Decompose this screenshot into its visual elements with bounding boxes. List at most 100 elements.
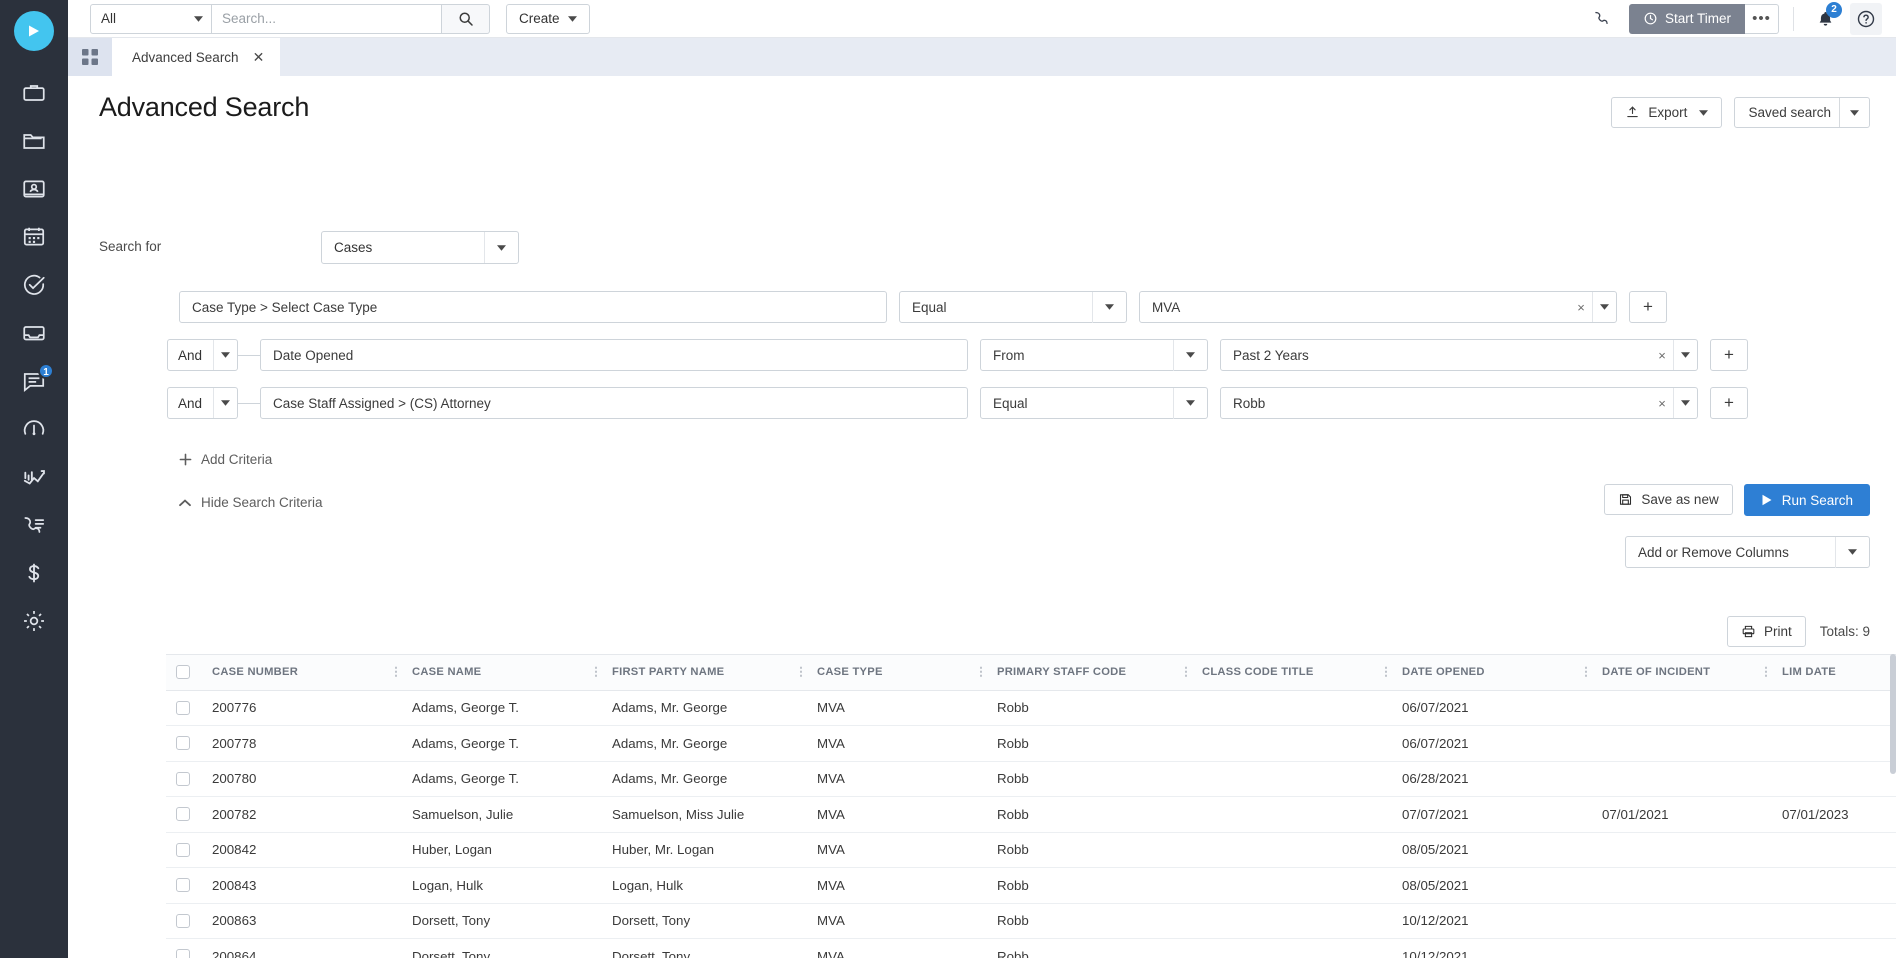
row-select-cell [166, 903, 200, 939]
saved-search-button[interactable]: Saved search [1734, 97, 1870, 128]
help-button[interactable] [1850, 2, 1882, 35]
export-button[interactable]: Export [1611, 97, 1723, 128]
column-header-case-type[interactable]: CASE TYPE ⋮ [805, 655, 987, 691]
criteria-operator-select[interactable]: Equal [980, 387, 1208, 419]
sidebar-item-speedometer[interactable] [0, 405, 68, 453]
close-icon[interactable]: ✕ [253, 49, 265, 66]
column-resize-grip[interactable]: ⋮ [1760, 666, 1772, 678]
row-checkbox[interactable] [176, 842, 190, 857]
tab-advanced-search[interactable]: Advanced Search ✕ [112, 38, 281, 76]
table-row[interactable]: 200780 Adams, George T. Adams, Mr. George M… [166, 761, 1896, 797]
criteria-field-select[interactable]: Case Staff Assigned > (CS) Attorney [260, 387, 968, 419]
chevron-down-icon[interactable] [1673, 388, 1697, 418]
column-header-case-number[interactable]: CASE NUMBER ⋮ [200, 655, 402, 691]
global-search-input[interactable]: Search... [212, 3, 442, 34]
search-button[interactable] [442, 3, 490, 34]
cell-case-type: MVA [805, 938, 985, 958]
table-row[interactable]: 200842 Huber, Logan Huber, Mr. Logan MVA Rob… [166, 832, 1896, 868]
table-row[interactable]: 200843 Logan, Hulk Logan, Hulk MVA Robb 08/05… [166, 867, 1896, 904]
sidebar-item-contacts[interactable] [0, 165, 68, 213]
clear-icon[interactable]: × [1651, 396, 1673, 411]
chevron-down-icon[interactable] [1592, 292, 1616, 322]
add-remove-columns-select[interactable]: Add or Remove Columns [1625, 536, 1870, 568]
add-criteria-row-button[interactable]: + [1710, 339, 1748, 371]
column-resize-grip[interactable]: ⋮ [1380, 666, 1392, 678]
criteria-field-select[interactable]: Case Type > Select Case Type [179, 291, 887, 323]
cell-case-name: Adams, George T. [400, 761, 600, 797]
column-header-class-code-title[interactable]: CLASS CODE TITLE ⋮ [1190, 655, 1392, 691]
clear-icon[interactable]: × [1570, 300, 1592, 315]
app-logo[interactable] [14, 11, 54, 51]
notifications-button[interactable]: 2 [1808, 1, 1842, 34]
column-header-date-of-incident[interactable]: DATE OF INCIDENT ⋮ [1590, 655, 1772, 691]
sidebar-item-folder[interactable] [0, 117, 68, 165]
criteria-conjunction-select[interactable]: And [167, 339, 238, 371]
select-all-checkbox[interactable] [176, 665, 190, 680]
create-button[interactable]: Create [506, 3, 590, 34]
row-checkbox[interactable] [176, 771, 190, 786]
sidebar-item-calendar[interactable] [0, 213, 68, 261]
criteria-value-select[interactable]: MVA × [1139, 291, 1617, 323]
table-row[interactable]: 200782 Samuelson, Julie Samuelson, Miss Ju… [166, 796, 1896, 833]
column-label: CASE TYPE [817, 666, 883, 679]
saved-search-caret[interactable] [1839, 98, 1869, 127]
cell-date-opened: 08/05/2021 [1390, 867, 1590, 904]
table-row[interactable]: 200778 Adams, George T. Adams, Mr. George M… [166, 725, 1896, 762]
add-criteria-link[interactable]: Add Criteria [179, 452, 272, 467]
sidebar-item-inbox[interactable] [0, 309, 68, 357]
search-for-select[interactable]: Cases [321, 231, 519, 264]
column-header-first-party-name[interactable]: FIRST PARTY NAME ⋮ [600, 655, 807, 691]
column-header-primary-staff-code[interactable]: PRIMARY STAFF CODE ⋮ [985, 655, 1192, 691]
chevron-down-icon [194, 15, 203, 22]
add-criteria-row-button[interactable]: + [1629, 291, 1667, 323]
sidebar-item-analytics[interactable] [0, 453, 68, 501]
criteria-operator-select[interactable]: Equal [899, 291, 1127, 323]
search-scope-value: All [101, 11, 117, 26]
add-criteria-row-button[interactable]: + [1710, 387, 1748, 419]
print-button[interactable]: Print [1726, 616, 1806, 647]
run-search-button[interactable]: Run Search [1743, 484, 1870, 516]
sidebar-item-messages[interactable]: 1 [0, 357, 68, 405]
row-checkbox[interactable] [176, 949, 190, 958]
start-timer-button[interactable]: Start Timer [1628, 3, 1745, 34]
column-header-date-opened[interactable]: DATE OPENED ⋮ [1390, 655, 1592, 691]
sidebar-item-billing[interactable] [0, 549, 68, 597]
phone-icon [1595, 11, 1609, 25]
save-as-new-button[interactable]: Save as new [1604, 484, 1733, 515]
column-resize-grip[interactable]: ⋮ [1580, 666, 1592, 678]
row-checkbox[interactable] [176, 913, 190, 928]
criteria-value-select[interactable]: Robb × [1220, 387, 1698, 419]
column-resize-grip[interactable]: ⋮ [590, 666, 602, 678]
criteria-conjunction-select[interactable]: And [167, 387, 238, 419]
search-scope-select[interactable]: All [90, 3, 212, 34]
table-row[interactable]: 200864 Dorsett, Tony Dorsett, Tony MVA Robb 1… [166, 938, 1896, 958]
criteria-value-select[interactable]: Past 2 Years × [1220, 339, 1698, 371]
timer-more-button[interactable]: ••• [1745, 3, 1779, 34]
column-resize-grip[interactable]: ⋮ [975, 666, 987, 678]
sidebar-item-settings[interactable] [0, 597, 68, 645]
grid-vertical-scrollbar[interactable] [1890, 654, 1896, 958]
tiles-view-button[interactable] [68, 38, 112, 76]
column-header-case-name[interactable]: CASE NAME ⋮ [400, 655, 602, 691]
row-checkbox[interactable] [176, 807, 190, 822]
table-row[interactable]: 200863 Dorsett, Tony Dorsett, Tony MVA Robb 1… [166, 903, 1896, 939]
clear-icon[interactable]: × [1651, 348, 1673, 363]
sidebar-item-tasks[interactable] [0, 261, 68, 309]
cell-case-name: Logan, Hulk [400, 867, 600, 904]
row-checkbox[interactable] [176, 700, 190, 715]
column-resize-grip[interactable]: ⋮ [795, 666, 807, 678]
chevron-down-icon[interactable] [1673, 340, 1697, 370]
sidebar-item-call-list[interactable] [0, 501, 68, 549]
column-header-lim-date[interactable]: LIM DATE [1770, 655, 1896, 691]
phone-button[interactable] [1581, 4, 1623, 34]
row-checkbox[interactable] [176, 736, 190, 751]
table-row[interactable]: 200776 Adams, George T. Adams, Mr. George M… [166, 690, 1896, 726]
column-resize-grip[interactable]: ⋮ [1180, 666, 1192, 678]
sidebar-item-briefcase[interactable] [0, 69, 68, 117]
hide-search-criteria-link[interactable]: Hide Search Criteria [179, 495, 323, 510]
scrollbar-thumb[interactable] [1890, 654, 1896, 774]
criteria-field-select[interactable]: Date Opened [260, 339, 968, 371]
column-resize-grip[interactable]: ⋮ [390, 666, 402, 678]
row-checkbox[interactable] [176, 878, 190, 893]
criteria-operator-select[interactable]: From [980, 339, 1208, 371]
